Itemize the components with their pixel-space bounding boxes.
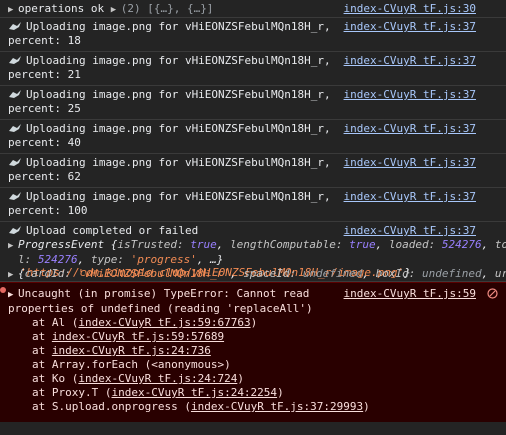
progress-event-object-cont: l: 524276, type: 'progress', …} bbox=[18, 253, 224, 266]
message-text: Uploading image.png for vHiEONZSFebulMQn… bbox=[26, 122, 331, 135]
source-link[interactable]: index-CVuyR tF.js:37 bbox=[339, 122, 476, 136]
source-link[interactable]: index-CVuyR tF.js:37 bbox=[339, 54, 476, 68]
frame-source-link[interactable]: index-CVuyR tF.js:37:29993 bbox=[191, 400, 363, 413]
kinopio-bird-icon bbox=[9, 158, 21, 166]
percent-text: percent: 25 bbox=[8, 102, 81, 115]
stack-frame: at Array.forEach (<anonymous>) bbox=[32, 358, 231, 371]
message-text: Uploading image.png for vHiEONZSFebulMQn… bbox=[26, 54, 331, 67]
ai-explain-icon[interactable] bbox=[487, 288, 498, 299]
console-message-upload: Uploading image.png for vHiEONZSFebulMQn… bbox=[0, 120, 506, 154]
kinopio-bird-icon bbox=[9, 124, 21, 132]
console-error-message: ▶ Uncaught (in promise) TypeError: Cannot… bbox=[0, 282, 506, 422]
expand-triangle-icon[interactable]: ▶ bbox=[8, 268, 18, 282]
array-preview[interactable]: (2) [{…}, {…}] bbox=[121, 2, 214, 15]
source-link[interactable]: index-CVuyR tF.js:37 bbox=[339, 224, 476, 238]
percent-text: percent: 21 bbox=[8, 68, 81, 81]
error-text-cont: properties of undefined (reading 'replac… bbox=[8, 302, 313, 315]
stack-frame: at index-CVuyR tF.js:59:57689 bbox=[32, 330, 225, 343]
stack-frame: at index-CVuyR tF.js:24:736 bbox=[32, 344, 211, 357]
percent-text: percent: 40 bbox=[8, 136, 81, 149]
message-text: Uploading image.png for vHiEONZSFebulMQn… bbox=[26, 156, 331, 169]
console-message-upload: Uploading image.png for vHiEONZSFebulMQn… bbox=[0, 188, 506, 222]
frame-function: Ko bbox=[51, 372, 66, 385]
error-icon bbox=[0, 287, 6, 293]
upload-messages: Uploading image.png for vHiEONZSFebulMQn… bbox=[0, 18, 506, 222]
frame-function: Al bbox=[51, 316, 66, 329]
kinopio-bird-icon bbox=[9, 192, 21, 200]
message-text: Uploading image.png for vHiEONZSFebulMQn… bbox=[26, 190, 331, 203]
frame-function: Array.forEach bbox=[51, 358, 138, 371]
console-message-operations: ▶ operations ok ▶ (2) [{…}, {…}] index-CVu… bbox=[0, 0, 506, 18]
percent-text: percent: 18 bbox=[8, 34, 81, 47]
console-message-upload: Uploading image.png for vHiEONZSFebulMQn… bbox=[0, 86, 506, 120]
frame-source-link[interactable]: index-CVuyR tF.js:24:724 bbox=[78, 372, 237, 385]
expand-array-icon[interactable]: ▶ bbox=[111, 3, 121, 17]
kinopio-bird-icon bbox=[9, 22, 21, 30]
message-text: Uploading image.png for vHiEONZSFebulMQn… bbox=[26, 20, 331, 33]
frame-function: S.upload.onprogress bbox=[51, 400, 178, 413]
console-message-upload-complete: Upload completed or failed index-CVuyR t… bbox=[0, 222, 506, 282]
percent-text: percent: 100 bbox=[8, 204, 88, 217]
console-message-upload: Uploading image.png for vHiEONZSFebulMQn… bbox=[0, 154, 506, 188]
message-text: operations ok bbox=[18, 2, 111, 15]
upload-detail-object[interactable]: ▶ {cardId: 'vHiEONZSFebulMQn18H_r', space… bbox=[8, 267, 506, 282]
kinopio-bird-icon bbox=[9, 226, 21, 234]
frame-note: (<anonymous>) bbox=[144, 358, 231, 371]
frame-function: Proxy.T bbox=[51, 386, 99, 399]
kinopio-bird-icon bbox=[9, 56, 21, 64]
message-text: Upload completed or failed bbox=[26, 224, 199, 237]
stack-frame: at Al (index-CVuyR tF.js:59:67763) bbox=[32, 316, 258, 329]
source-link[interactable]: index-CVuyR tF.js:37 bbox=[339, 20, 476, 34]
stack-frame: at Proxy.T (index-CVuyR tF.js:24:2254) bbox=[32, 386, 284, 399]
message-text: Uploading image.png for vHiEONZSFebulMQn… bbox=[26, 88, 331, 101]
frame-source-link[interactable]: index-CVuyR tF.js:24:736 bbox=[52, 344, 211, 357]
expand-triangle-icon[interactable]: ▶ bbox=[8, 239, 18, 253]
frame-source-link[interactable]: index-CVuyR tF.js:59:67763 bbox=[78, 316, 250, 329]
frame-source-link[interactable]: index-CVuyR tF.js:59:57689 bbox=[52, 330, 224, 343]
console-message-upload: Uploading image.png for vHiEONZSFebulMQn… bbox=[0, 18, 506, 52]
source-link[interactable]: index-CVuyR tF.js:59 bbox=[339, 287, 476, 301]
source-link[interactable]: index-CVuyR tF.js:30 bbox=[339, 2, 476, 16]
kinopio-bird-icon bbox=[9, 90, 21, 98]
devtools-console: ▶ operations ok ▶ (2) [{…}, {…}] index-CVu… bbox=[0, 0, 506, 435]
expand-triangle-icon[interactable]: ▶ bbox=[8, 288, 18, 302]
frame-source-link[interactable]: index-CVuyR tF.js:24:2254 bbox=[111, 386, 277, 399]
stack-frame: at Ko (index-CVuyR tF.js:24:724) bbox=[32, 372, 244, 385]
error-text: Uncaught (in promise) TypeError: Cannot … bbox=[18, 287, 310, 300]
progress-event-object[interactable]: ▶ ProgressEvent {isTrusted: true, lengthC… bbox=[8, 238, 506, 253]
stack-frame: at S.upload.onprogress (index-CVuyR tF.j… bbox=[32, 400, 370, 413]
source-link[interactable]: index-CVuyR tF.js:37 bbox=[339, 88, 476, 102]
source-link[interactable]: index-CVuyR tF.js:37 bbox=[339, 190, 476, 204]
percent-text: percent: 62 bbox=[8, 170, 81, 183]
source-link[interactable]: index-CVuyR tF.js:37 bbox=[339, 156, 476, 170]
console-message-upload: Uploading image.png for vHiEONZSFebulMQn… bbox=[0, 52, 506, 86]
stack-trace: at Al (index-CVuyR tF.js:59:67763) at ind… bbox=[8, 316, 500, 414]
expand-triangle-icon[interactable]: ▶ bbox=[8, 3, 18, 17]
